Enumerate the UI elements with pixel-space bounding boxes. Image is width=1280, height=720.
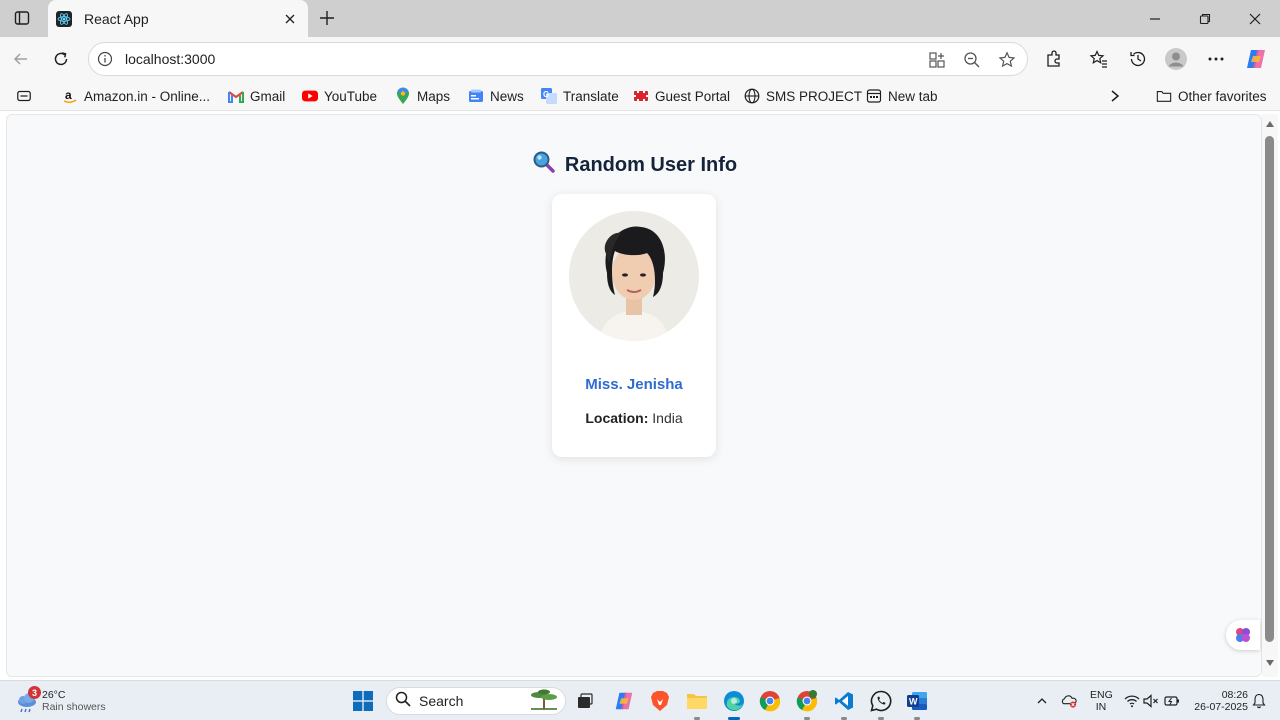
maps-icon	[395, 87, 411, 104]
language-indicator[interactable]: ENG IN	[1090, 689, 1113, 713]
chrome-profile-icon[interactable]	[794, 688, 820, 720]
svg-text:G: G	[543, 90, 549, 99]
user-avatar	[569, 211, 699, 341]
more-options-icon[interactable]	[1203, 46, 1229, 72]
location-label: Location:	[585, 410, 649, 426]
rain-cloud-icon: 3	[14, 686, 41, 714]
favorites-icon[interactable]	[1086, 46, 1112, 72]
youtube-icon	[302, 88, 318, 104]
bookmark-maps[interactable]: Maps	[395, 85, 450, 107]
tab-title: React App	[84, 10, 149, 27]
svg-text:W: W	[909, 697, 918, 707]
bookmark-amazon[interactable]: a Amazon.in - Online...	[62, 85, 210, 107]
address-bar[interactable]: localhost:3000	[88, 42, 1028, 76]
tab-react-app[interactable]: React App	[48, 0, 308, 37]
weather-temp: 26°C	[42, 689, 66, 701]
bookmark-news[interactable]: News	[468, 85, 524, 107]
vertical-scrollbar[interactable]	[1262, 114, 1278, 677]
bookmark-gmail[interactable]: Gmail	[228, 85, 285, 107]
chrome-icon[interactable]	[757, 688, 783, 714]
edge-browser-icon[interactable]	[721, 688, 747, 720]
site-info-icon[interactable]	[97, 51, 113, 67]
taskbar-search[interactable]: Search	[386, 687, 566, 715]
page-title-text: Random User Info	[564, 153, 738, 176]
weather-widget[interactable]: 3 26°C Rain showers	[14, 686, 106, 716]
bookmark-new-tab[interactable]: New tab	[866, 85, 938, 107]
onedrive-icon[interactable]	[1061, 693, 1077, 709]
news-icon	[468, 88, 484, 104]
clock-time: 08:26	[1221, 689, 1248, 701]
weather-badge: 3	[28, 686, 41, 699]
brave-browser-icon[interactable]	[647, 688, 673, 714]
clock[interactable]: 08:26 26-07-2025	[1184, 689, 1248, 713]
tray-overflow-chevron-icon[interactable]	[1034, 693, 1050, 709]
whatsapp-icon[interactable]	[868, 688, 894, 720]
copilot-icon[interactable]	[1243, 46, 1269, 72]
location-value: India	[652, 410, 683, 426]
battery-icon[interactable]	[1164, 693, 1180, 709]
svg-text:a: a	[65, 88, 72, 102]
new-tab-icon	[866, 88, 882, 104]
refresh-icon[interactable]	[46, 44, 76, 74]
taskbar: 3 26°C Rain showers Search W ENG IN 08:2…	[0, 680, 1280, 720]
bookmark-sms-project[interactable]: SMS PROJECT	[744, 85, 862, 107]
user-name: Miss. Jenisha	[585, 376, 683, 393]
search-highlight-icon	[527, 687, 561, 716]
minimize-icon[interactable]	[1130, 0, 1180, 37]
copilot-app-icon[interactable]	[611, 688, 637, 714]
user-location: Location: India	[552, 410, 716, 426]
magnifier-icon	[533, 151, 555, 179]
title-bar: React App	[0, 0, 1280, 37]
amazon-icon: a	[62, 88, 78, 104]
new-tab-button[interactable]	[314, 6, 340, 30]
notifications-bell-icon[interactable]	[1251, 693, 1267, 709]
windows-start-icon[interactable]	[350, 688, 376, 714]
guest-portal-icon	[633, 88, 649, 104]
translate-icon: G	[541, 88, 557, 104]
tab-actions-icon[interactable]	[8, 6, 36, 30]
page-content: Random User Info Miss. Jenisha Location:…	[6, 114, 1262, 677]
folder-icon	[1156, 88, 1172, 104]
search-label: Search	[419, 693, 464, 709]
volume-muted-icon[interactable]	[1143, 693, 1159, 709]
favorite-star-icon[interactable]	[997, 50, 1017, 70]
gmail-icon	[228, 88, 244, 104]
bookmark-translate[interactable]: G Translate	[541, 85, 619, 107]
bookmark-guest-portal[interactable]: Guest Portal	[633, 85, 730, 107]
search-icon	[395, 691, 411, 712]
react-icon	[56, 10, 72, 27]
floating-assistant-icon[interactable]	[1226, 620, 1260, 650]
address-toolbar: localhost:3000	[0, 37, 1280, 81]
vscode-icon[interactable]	[831, 688, 857, 720]
scroll-thumb[interactable]	[1265, 136, 1274, 642]
restore-icon[interactable]	[1180, 0, 1230, 37]
task-view-icon[interactable]	[572, 688, 598, 714]
bookmarks-collection-icon[interactable]	[16, 85, 38, 107]
profile-avatar-icon[interactable]	[1163, 46, 1189, 72]
page-title: Random User Info	[7, 151, 1261, 179]
zoom-out-icon[interactable]	[962, 50, 982, 70]
file-explorer-icon[interactable]	[684, 688, 710, 720]
close-window-icon[interactable]	[1230, 0, 1280, 37]
other-favorites[interactable]: Other favorites	[1156, 85, 1267, 107]
weather-condition: Rain showers	[42, 701, 106, 713]
extensions-icon[interactable]	[1041, 46, 1067, 72]
close-tab-icon[interactable]	[282, 11, 298, 27]
app-available-icon[interactable]	[927, 50, 947, 70]
bookmark-youtube[interactable]: YouTube	[302, 85, 377, 107]
url-text[interactable]: localhost:3000	[125, 51, 215, 67]
bookmarks-bar: a Amazon.in - Online... Gmail YouTube Ma…	[0, 81, 1280, 111]
clock-date: 26-07-2025	[1194, 701, 1248, 713]
globe-icon	[744, 88, 760, 104]
scroll-up-arrow-icon[interactable]	[1264, 118, 1276, 130]
history-icon[interactable]	[1125, 46, 1151, 72]
scroll-down-arrow-icon[interactable]	[1264, 657, 1276, 669]
back-icon[interactable]	[6, 44, 36, 74]
wifi-icon[interactable]	[1124, 693, 1140, 709]
bookmarks-overflow-chevron-icon[interactable]	[1107, 85, 1129, 107]
user-card: Miss. Jenisha Location: India	[552, 194, 716, 457]
word-icon[interactable]: W	[904, 688, 930, 720]
